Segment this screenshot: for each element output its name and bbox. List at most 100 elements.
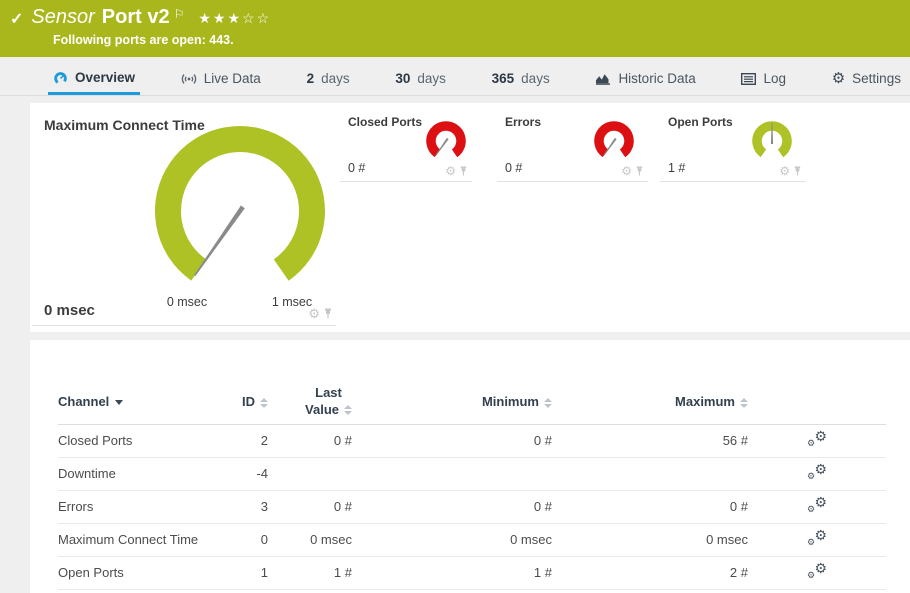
table-row: Open Ports 1 1 # 1 # 2 # ⚙ ⚙ [58,556,886,590]
gauge-settings-icon[interactable]: ⚙ [779,165,790,177]
tab-label: Settings [852,71,901,86]
channel-id: -4 [208,457,268,491]
tab-label: Live Data [203,71,261,86]
sort-descending-icon [115,400,124,406]
table-row: Errors 3 0 # 0 # 0 # ⚙ ⚙ [58,490,886,524]
gauge-needle [194,205,245,277]
column-header-maximum[interactable]: Maximum [552,380,748,425]
tab-number: 2 [306,71,315,86]
tab-label: days [521,71,550,86]
star-rating[interactable]: ★★★☆☆ [198,10,271,27]
channel-maximum: 56 # [552,424,748,458]
area-chart-icon [596,74,611,85]
gauge-cell-maximum-connect-time: Maximum Connect Time 0 msec 1 msec 0 mse… [32,105,336,326]
tab-label: Overview [75,69,136,85]
channel-name: Downtime [58,457,208,491]
column-header-last-value[interactable]: Last Value [268,380,352,425]
sensor-status-message: Following ports are open: 443. [53,33,234,47]
channels-panel: Channel ID Last Value Minimum Maximum Cl… [30,340,910,593]
tab-2-days[interactable]: 2 days [302,62,355,95]
tab-log[interactable]: Log [736,62,791,95]
channel-last-value: 1 # [268,556,352,590]
channel-minimum [352,457,552,491]
column-header-actions [748,380,886,425]
tab-365-days[interactable]: 365 days [487,62,555,95]
column-label: Last [315,384,342,400]
channel-settings-icon[interactable]: ⚙ ⚙ [807,462,827,481]
gauge-value: 1 # [668,161,686,175]
gauge-settings-icon[interactable]: ⚙ [445,165,456,177]
channel-maximum [552,457,748,491]
gauge-settings-icon[interactable]: ⚙ [308,307,320,320]
gauge-cell-errors: Errors 0 # ⚙ [497,109,648,182]
sensor-banner: ✓ Sensor Port v2 ⚐ ★★★☆☆ Following ports… [0,0,910,57]
tab-number: 30 [395,71,411,86]
tab-settings[interactable]: ⚙ Settings [827,62,906,95]
channel-table-body: Closed Ports 2 0 # 0 # 56 # ⚙ ⚙ Downtime… [58,424,886,590]
closed-ports-gauge [426,121,466,161]
pin-icon[interactable] [635,166,644,176]
channel-minimum: 0 # [352,424,552,458]
tab-historic-data[interactable]: Historic Data [590,62,700,95]
channel-settings-icon[interactable]: ⚙ ⚙ [807,561,827,580]
channel-maximum: 0 # [552,490,748,524]
log-list-icon [741,72,757,85]
tab-live-data[interactable]: Live Data [176,62,266,95]
gauge-cell-open-ports: Open Ports 1 # ⚙ [660,109,806,182]
gear-icon: ⚙ [831,70,846,87]
sort-toggle-icon [544,397,552,408]
table-row: Downtime -4 ⚙ ⚙ [58,457,886,491]
gauge-value: 0 # [505,161,523,175]
channel-last-value [268,457,352,491]
channel-minimum: 1 # [352,556,552,590]
gauge-value: 0 # [348,161,366,175]
tab-bar: Overview Live Data 2 days 30 days 365 da… [0,62,910,96]
gauge-icon [54,71,67,85]
column-label: Channel [58,394,110,410]
flag-icon[interactable]: ⚐ [174,7,185,21]
sensor-ok-check-icon: ✓ [10,11,24,28]
column-label: Value [305,401,339,417]
live-signal-icon [181,73,196,84]
channel-id: 1 [208,556,268,590]
gauge-title: Errors [505,115,542,129]
tab-label: Log [763,71,786,86]
channel-settings-icon[interactable]: ⚙ ⚙ [807,429,827,448]
sort-toggle-icon [344,405,352,416]
column-label: ID [242,394,255,410]
channel-id: 2 [208,424,268,458]
gauge-cell-closed-ports: Closed Ports 0 # ⚙ [340,109,472,182]
open-ports-gauge [752,121,792,161]
maximum-connect-time-gauge [155,126,325,296]
table-row: Maximum Connect Time 0 0 msec 0 msec 0 m… [58,523,886,557]
pin-icon[interactable] [323,308,333,319]
pin-icon[interactable] [793,166,802,176]
pin-icon[interactable] [459,166,468,176]
sort-toggle-icon [260,397,268,408]
tab-overview[interactable]: Overview [48,62,141,95]
channel-minimum: 0 # [352,490,552,524]
tab-30-days[interactable]: 30 days [390,62,451,95]
gauge-title: Closed Ports [348,115,423,129]
tab-label: days [321,71,350,86]
channel-settings-icon[interactable]: ⚙ ⚙ [807,528,827,547]
page-title: Port v2 [101,6,170,28]
column-label: Maximum [675,394,735,410]
channel-name: Maximum Connect Time [58,523,208,557]
tab-label: Historic Data [618,71,696,86]
channel-name: Closed Ports [58,424,208,458]
channel-settings-icon[interactable]: ⚙ ⚙ [807,495,827,514]
table-row: Closed Ports 2 0 # 0 # 56 # ⚙ ⚙ [58,424,886,458]
channel-last-value: 0 msec [268,523,352,557]
overview-gauges-panel: Maximum Connect Time 0 msec 1 msec 0 mse… [30,103,910,332]
errors-gauge [594,121,634,161]
column-header-channel[interactable]: Channel [58,380,208,425]
gauge-title: Open Ports [668,115,733,129]
column-header-minimum[interactable]: Minimum [352,380,552,425]
channel-table: Channel ID Last Value Minimum Maximum Cl… [58,380,886,590]
channel-maximum: 2 # [552,556,748,590]
column-header-id[interactable]: ID [208,380,268,425]
sort-toggle-icon [740,397,748,408]
gauge-settings-icon[interactable]: ⚙ [621,165,632,177]
tab-number: 365 [491,71,515,86]
